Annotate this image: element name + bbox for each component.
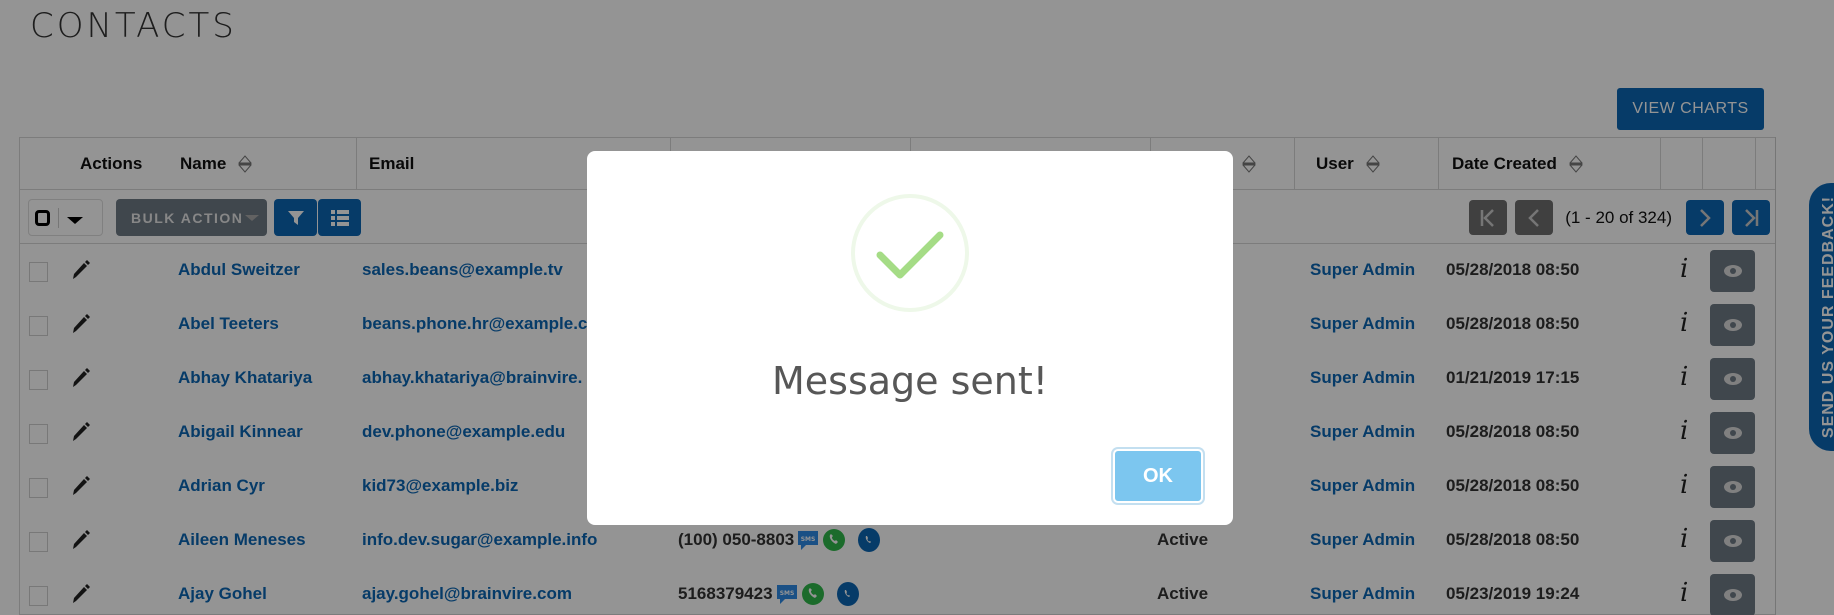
dialog-title: Message sent! [771, 359, 1049, 403]
success-check-icon [851, 194, 969, 312]
ok-button[interactable]: OK [1113, 449, 1203, 503]
success-dialog: Message sent! OK [587, 151, 1233, 525]
